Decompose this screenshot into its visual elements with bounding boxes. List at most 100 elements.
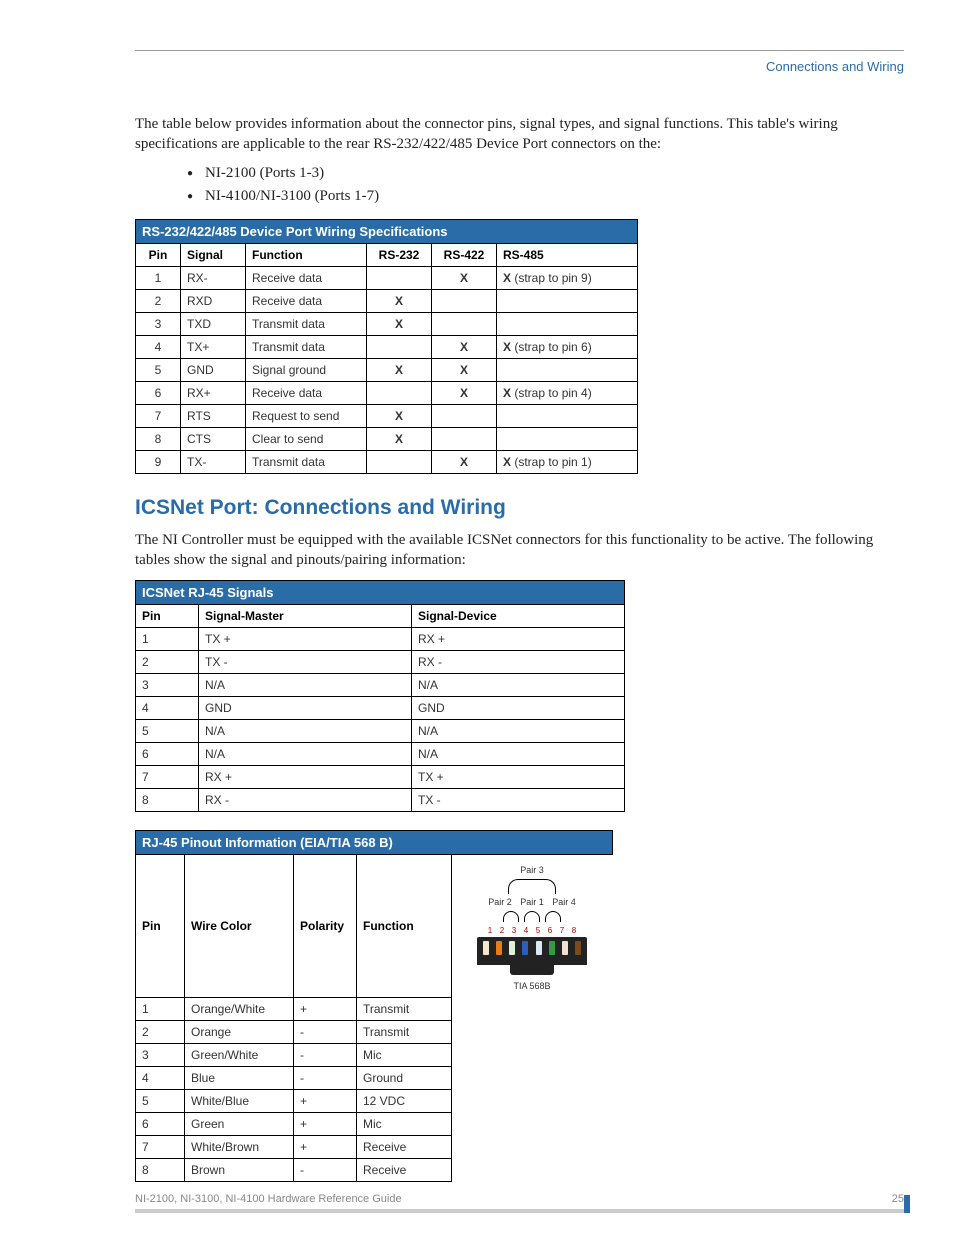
cell-pin: 3 xyxy=(136,674,199,697)
cell-signal-device: N/A xyxy=(412,674,625,697)
cell-rs422 xyxy=(432,289,497,312)
cell-polarity: + xyxy=(294,1135,357,1158)
cell-pin: 4 xyxy=(136,335,181,358)
cell-rs232 xyxy=(367,381,432,404)
cell-function: Signal ground xyxy=(246,358,367,381)
table-row: 3Green/White-Mic xyxy=(136,1043,613,1066)
table-row: 7RX +TX + xyxy=(136,766,625,789)
cell-signal: RX- xyxy=(181,266,246,289)
cell-function: Receive xyxy=(357,1135,452,1158)
cell-signal-master: N/A xyxy=(199,720,412,743)
cell-polarity: + xyxy=(294,1089,357,1112)
table-row: 3TXDTransmit dataX xyxy=(136,312,638,335)
cell-function: Clear to send xyxy=(246,427,367,450)
intro-bullet: NI-2100 (Ports 1-3) xyxy=(205,165,904,182)
pin-num: 1 xyxy=(484,926,496,935)
cell-rs485 xyxy=(497,358,638,381)
cell-signal: TX+ xyxy=(181,335,246,358)
cell-rs232: X xyxy=(367,358,432,381)
cell-rs232 xyxy=(367,266,432,289)
cell-function: Mic xyxy=(357,1043,452,1066)
cell-rs485 xyxy=(497,289,638,312)
cell-function: 12 VDC xyxy=(357,1089,452,1112)
cell-function: Receive xyxy=(357,1158,452,1181)
rj45-pinout-table: RJ-45 Pinout Information (EIA/TIA 568 B)… xyxy=(135,830,613,1182)
cell-pin: 2 xyxy=(136,1020,185,1043)
cell-pin: 1 xyxy=(136,266,181,289)
pair-label-top: Pair 3 xyxy=(520,865,544,875)
cell-wire-color: Green/White xyxy=(185,1043,294,1066)
table-row: 3N/AN/A xyxy=(136,674,625,697)
cell-pin: 7 xyxy=(136,404,181,427)
pin-num: 4 xyxy=(520,926,532,935)
cell-pin: 9 xyxy=(136,450,181,473)
rj45-diagram-cell: Pair 3 Pair 2 Pair 1 Pair 4 12345678 xyxy=(452,855,613,998)
table-row: 5White/Blue+12 VDC xyxy=(136,1089,613,1112)
cell-pin: 2 xyxy=(136,289,181,312)
pin-num: 6 xyxy=(544,926,556,935)
cell-pin: 5 xyxy=(136,720,199,743)
cell-signal: RTS xyxy=(181,404,246,427)
cell-rs485: X (strap to pin 9) xyxy=(497,266,638,289)
table3-title: RJ-45 Pinout Information (EIA/TIA 568 B) xyxy=(136,831,613,855)
pin-num: 5 xyxy=(532,926,544,935)
table-row: 5GNDSignal groundXX xyxy=(136,358,638,381)
table1-hdr-signal: Signal xyxy=(181,243,246,266)
cell-signal-master: TX - xyxy=(199,651,412,674)
cell-wire-color: Blue xyxy=(185,1066,294,1089)
cell-rs422: X xyxy=(432,450,497,473)
table-row: 5N/AN/A xyxy=(136,720,625,743)
table-row: 9TX-Transmit dataXX (strap to pin 1) xyxy=(136,450,638,473)
cell-signal-device: GND xyxy=(412,697,625,720)
cell-function: Receive data xyxy=(246,266,367,289)
table2-hdr-master: Signal-Master xyxy=(199,605,412,628)
cell-wire-color: Brown xyxy=(185,1158,294,1181)
table-row: 1Orange/White+Transmit xyxy=(136,997,613,1020)
cell-pin: 3 xyxy=(136,312,181,335)
cell-signal-master: GND xyxy=(199,697,412,720)
cell-wire-color: White/Brown xyxy=(185,1135,294,1158)
cell-rs485: X (strap to pin 4) xyxy=(497,381,638,404)
cell-rs422 xyxy=(432,312,497,335)
table-row: 4Blue-Ground xyxy=(136,1066,613,1089)
intro-paragraph: The table below provides information abo… xyxy=(135,114,875,155)
contact-7 xyxy=(562,941,568,955)
cell-signal-device: N/A xyxy=(412,743,625,766)
cell-pin: 4 xyxy=(136,697,199,720)
cell-rs232: X xyxy=(367,404,432,427)
cell-function: Transmit data xyxy=(246,312,367,335)
cell-signal-master: N/A xyxy=(199,743,412,766)
cell-signal: RXD xyxy=(181,289,246,312)
pair2-arc-icon xyxy=(503,911,519,922)
table-row: 6Green+Mic xyxy=(136,1112,613,1135)
cell-rs485: X (strap to pin 6) xyxy=(497,335,638,358)
table1-hdr-function: Function xyxy=(246,243,367,266)
cell-pin: 8 xyxy=(136,789,199,812)
cell-pin: 1 xyxy=(136,628,199,651)
cell-rs485: X (strap to pin 1) xyxy=(497,450,638,473)
table-row: 2Orange-Transmit xyxy=(136,1020,613,1043)
cell-signal: CTS xyxy=(181,427,246,450)
cell-pin: 7 xyxy=(136,766,199,789)
table-row: 6RX+Receive dataXX (strap to pin 4) xyxy=(136,381,638,404)
cell-polarity: - xyxy=(294,1020,357,1043)
cell-pin: 8 xyxy=(136,427,181,450)
table2-hdr-pin: Pin xyxy=(136,605,199,628)
contact-8 xyxy=(575,941,581,955)
cell-pin: 5 xyxy=(136,1089,185,1112)
cell-pin: 7 xyxy=(136,1135,185,1158)
table-row: 2RXDReceive dataX xyxy=(136,289,638,312)
cell-function: Ground xyxy=(357,1066,452,1089)
pin-num: 7 xyxy=(556,926,568,935)
contact-3 xyxy=(509,941,515,955)
cell-rs232 xyxy=(367,450,432,473)
pin-number-row: 12345678 xyxy=(454,925,610,935)
table1-hdr-pin: Pin xyxy=(136,243,181,266)
rj45-jack-icon xyxy=(477,937,587,965)
table-row: 7RTSRequest to sendX xyxy=(136,404,638,427)
cell-rs232: X xyxy=(367,427,432,450)
cell-polarity: - xyxy=(294,1043,357,1066)
cell-rs422: X xyxy=(432,381,497,404)
pair-label: Pair 4 xyxy=(552,897,576,907)
cell-polarity: - xyxy=(294,1066,357,1089)
